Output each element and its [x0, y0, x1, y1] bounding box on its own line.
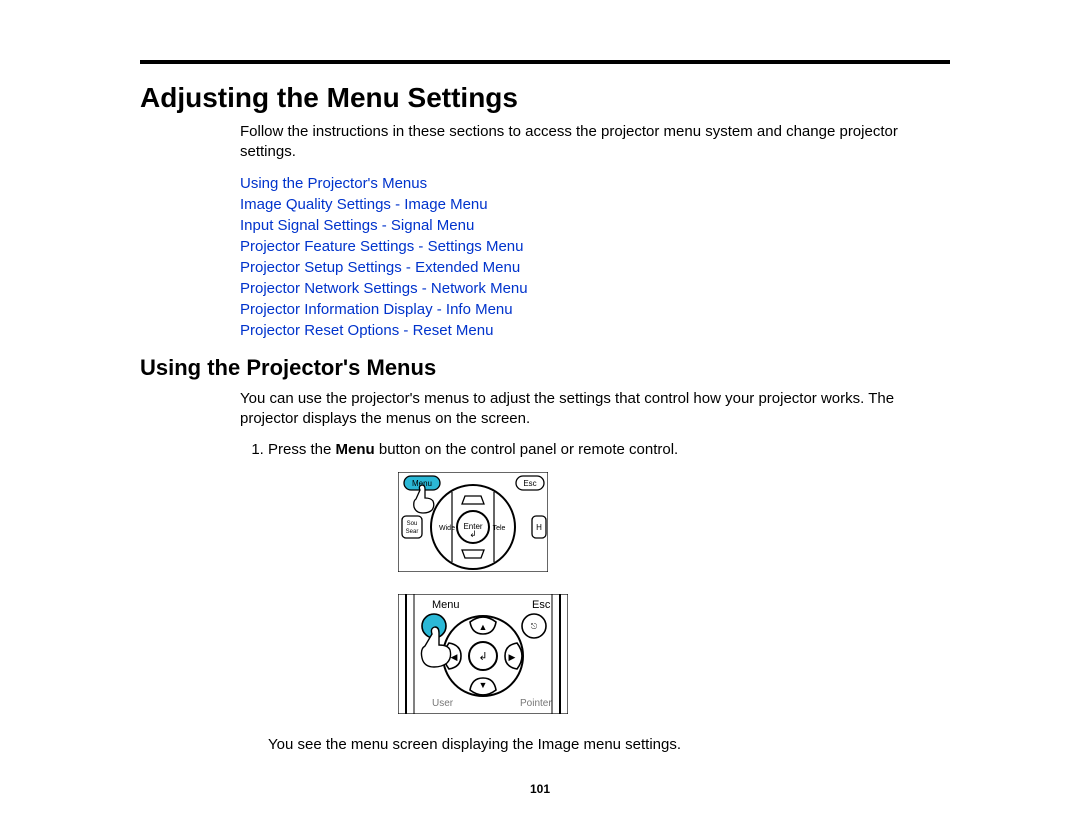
- svg-text:User: User: [432, 698, 454, 709]
- step-1-post: button on the control panel or remote co…: [375, 441, 679, 458]
- link-network-menu[interactable]: Projector Network Settings - Network Men…: [240, 278, 950, 299]
- svg-text:◀: ◀: [451, 652, 458, 662]
- section-heading: Using the Projector's Menus: [140, 355, 950, 381]
- toc-links: Using the Projector's Menus Image Qualit…: [240, 173, 950, 341]
- svg-text:↲: ↲: [478, 651, 487, 663]
- step-list: Press the Menu button on the control pan…: [240, 439, 950, 770]
- step-1-bold: Menu: [336, 441, 375, 458]
- link-signal-menu[interactable]: Input Signal Settings - Signal Menu: [240, 215, 950, 236]
- link-image-menu[interactable]: Image Quality Settings - Image Menu: [240, 194, 950, 215]
- link-settings-menu[interactable]: Projector Feature Settings - Settings Me…: [240, 236, 950, 257]
- intro-text: Follow the instructions in these section…: [240, 122, 950, 163]
- page-title: Adjusting the Menu Settings: [140, 82, 950, 114]
- svg-text:Sou: Sou: [407, 521, 418, 527]
- svg-text:▶: ▶: [509, 652, 516, 662]
- svg-text:▼: ▼: [479, 680, 488, 690]
- svg-text:↲: ↲: [469, 529, 477, 539]
- svg-text:Esc: Esc: [523, 479, 536, 488]
- link-extended-menu[interactable]: Projector Setup Settings - Extended Menu: [240, 257, 950, 278]
- svg-text:⎋: ⎋: [531, 622, 538, 631]
- svg-text:Pointer: Pointer: [520, 698, 552, 709]
- remote-figure: Menu Esc User Pointer ⎋ ↲: [398, 594, 950, 714]
- svg-text:Sear: Sear: [406, 529, 419, 535]
- page-number: 101: [0, 782, 1080, 796]
- section-intro: You can use the projector's menus to adj…: [240, 389, 950, 430]
- svg-text:Esc: Esc: [532, 599, 551, 611]
- link-info-menu[interactable]: Projector Information Display - Info Men…: [240, 299, 950, 320]
- step-1-result: You see the menu screen displaying the I…: [268, 736, 950, 753]
- step-1-pre: Press the: [268, 441, 336, 458]
- svg-text:Wide: Wide: [439, 525, 455, 532]
- svg-text:H: H: [536, 523, 542, 532]
- section-rule: [140, 60, 950, 64]
- illustration-control-panel: Enter ↲ Wide Tele Menu: [398, 472, 950, 714]
- control-panel-figure: Enter ↲ Wide Tele Menu: [398, 472, 950, 572]
- link-reset-menu[interactable]: Projector Reset Options - Reset Menu: [240, 320, 950, 341]
- svg-text:Menu: Menu: [432, 599, 460, 611]
- link-using-projectors-menus[interactable]: Using the Projector's Menus: [240, 173, 950, 194]
- step-1: Press the Menu button on the control pan…: [268, 439, 950, 770]
- svg-text:▲: ▲: [479, 622, 488, 632]
